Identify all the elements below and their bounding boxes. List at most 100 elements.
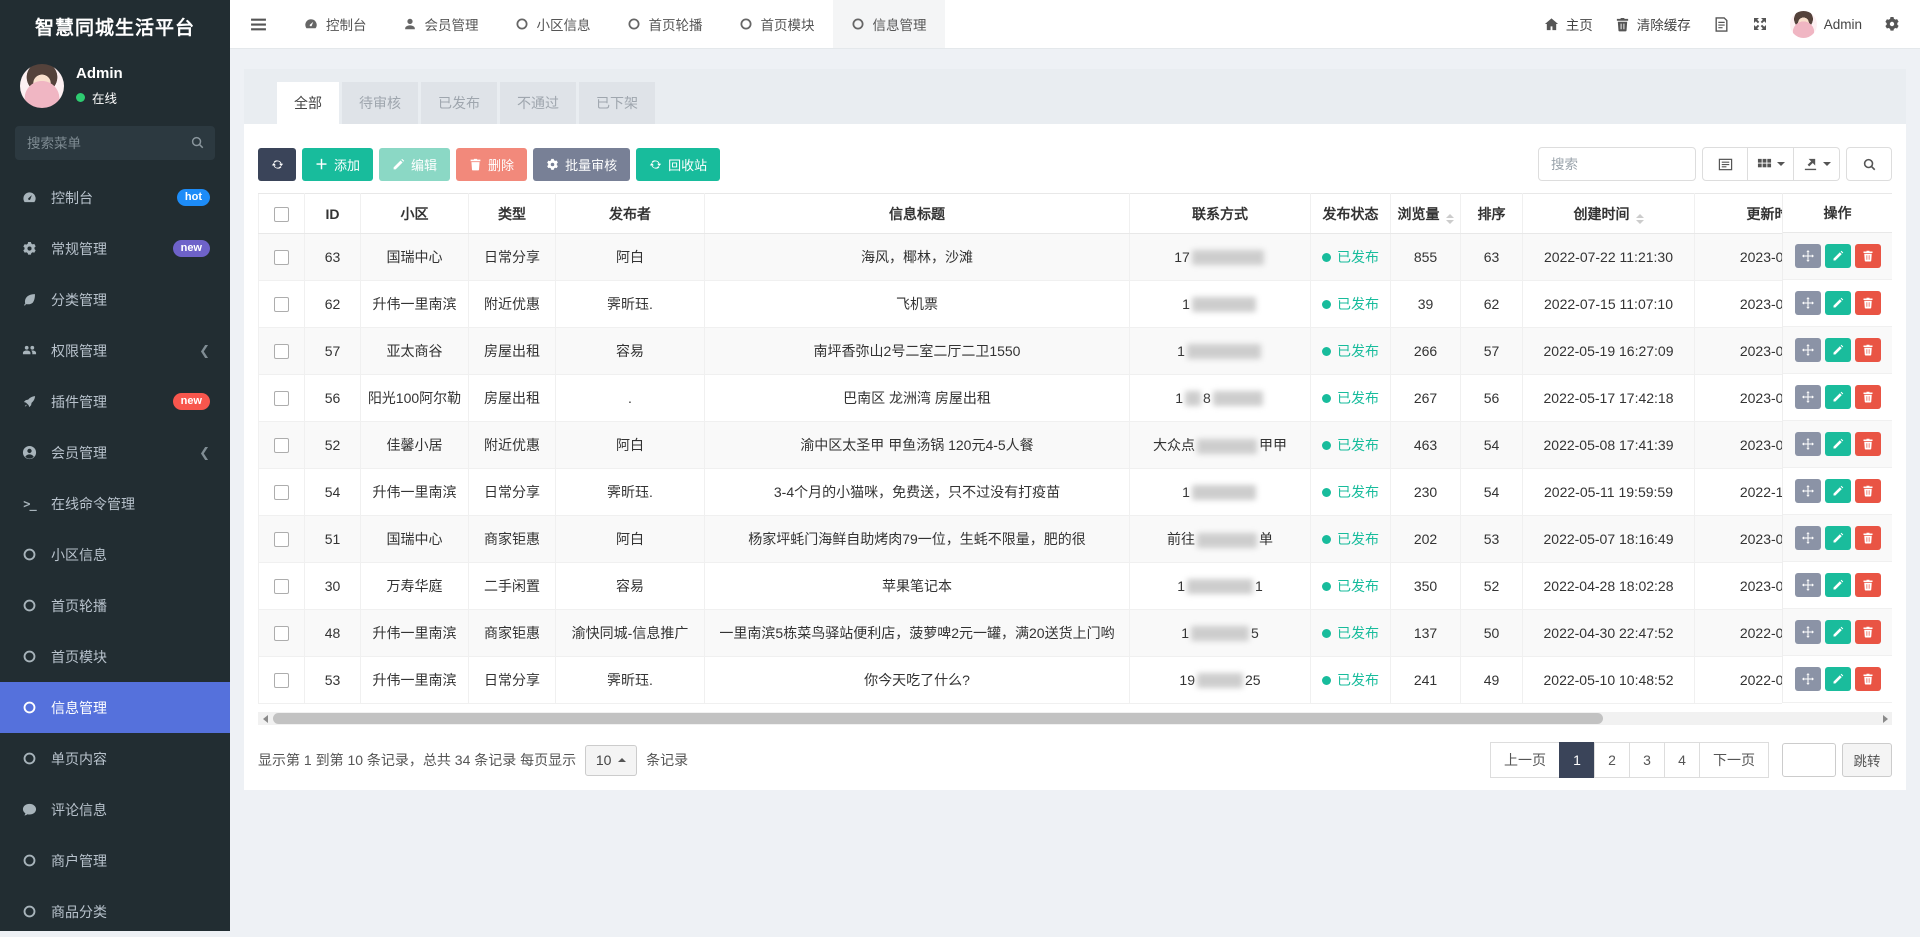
sidebar-item-5[interactable]: 会员管理❮ [0,427,230,478]
page-button-2[interactable]: 2 [1594,742,1630,778]
column-header[interactable]: 发布状态 [1311,194,1391,234]
page-size-select[interactable]: 10 [585,745,637,776]
sidebar-item-4[interactable]: 插件管理new [0,376,230,427]
page-button-1[interactable]: 1 [1559,742,1595,778]
scroll-left-arrow-icon[interactable] [258,712,272,725]
page-button-上一页[interactable]: 上一页 [1490,742,1560,778]
row-edit-button[interactable] [1825,620,1851,644]
sidebar-item-13[interactable]: 商户管理 [0,835,230,886]
row-edit-button[interactable] [1825,291,1851,315]
row-delete-button[interactable] [1855,291,1881,315]
delete-button[interactable]: 删除 [456,148,527,181]
jump-page-input[interactable] [1782,743,1836,777]
row-edit-button[interactable] [1825,338,1851,362]
row-delete-button[interactable] [1855,667,1881,691]
drag-move-button[interactable] [1795,432,1821,456]
horizontal-scrollbar[interactable] [258,712,1892,725]
column-header[interactable]: 浏览量 [1391,194,1461,234]
row-checkbox[interactable] [274,391,289,406]
settings-gear-icon[interactable] [1884,16,1900,32]
drag-move-button[interactable] [1795,385,1821,409]
export-button[interactable] [1794,147,1840,181]
row-edit-button[interactable] [1825,385,1851,409]
drag-move-button[interactable] [1795,620,1821,644]
drag-move-button[interactable] [1795,291,1821,315]
row-delete-button[interactable] [1855,573,1881,597]
column-header[interactable]: 创建时间 [1523,194,1695,234]
detail-view-button[interactable] [1702,147,1748,181]
row-edit-button[interactable] [1825,432,1851,456]
language-icon[interactable] [1713,16,1730,33]
table-search-input[interactable] [1538,147,1696,181]
scrollbar-thumb[interactable] [273,713,1603,724]
topnav-tab-2[interactable]: 小区信息 [497,0,609,48]
sidebar-item-8[interactable]: 首页轮播 [0,580,230,631]
topnav-tab-1[interactable]: 会员管理 [385,0,497,48]
row-delete-button[interactable] [1855,620,1881,644]
row-checkbox[interactable] [274,626,289,641]
status-tab-3[interactable]: 不通过 [500,82,576,124]
row-delete-button[interactable] [1855,479,1881,503]
topnav-tab-4[interactable]: 首页模块 [721,0,833,48]
row-checkbox[interactable] [274,344,289,359]
row-edit-button[interactable] [1825,244,1851,268]
row-delete-button[interactable] [1855,244,1881,268]
home-link[interactable]: 主页 [1544,14,1593,34]
row-edit-button[interactable] [1825,667,1851,691]
sidebar-item-7[interactable]: 小区信息 [0,529,230,580]
status-tab-2[interactable]: 已发布 [421,82,497,124]
column-header[interactable]: 联系方式 [1130,194,1311,234]
drag-move-button[interactable] [1795,338,1821,362]
column-header[interactable]: ID [305,194,361,234]
row-delete-button[interactable] [1855,432,1881,456]
sidebar-item-14[interactable]: 商品分类 [0,886,230,937]
row-checkbox[interactable] [274,579,289,594]
drag-move-button[interactable] [1795,573,1821,597]
column-header[interactable]: 发布者 [556,194,705,234]
row-delete-button[interactable] [1855,385,1881,409]
row-checkbox[interactable] [274,297,289,312]
hamburger-icon[interactable] [230,0,286,48]
edit-button[interactable]: 编辑 [379,148,450,181]
drag-move-button[interactable] [1795,526,1821,550]
sidebar-item-9[interactable]: 首页模块 [0,631,230,682]
columns-button[interactable] [1748,147,1794,181]
sort-icon[interactable] [1636,214,1644,224]
sidebar-item-10[interactable]: 信息管理 [0,682,230,733]
topnav-tab-3[interactable]: 首页轮播 [609,0,721,48]
sidebar-item-1[interactable]: 常规管理new [0,223,230,274]
page-button-4[interactable]: 4 [1664,742,1700,778]
select-all-checkbox[interactable] [274,207,289,222]
menu-search-input[interactable] [15,126,215,160]
page-button-下一页[interactable]: 下一页 [1699,742,1769,778]
sidebar-item-3[interactable]: 权限管理❮ [0,325,230,376]
topnav-tab-5[interactable]: 信息管理 [833,0,945,48]
refresh-button[interactable] [258,148,296,181]
status-tab-1[interactable]: 待审核 [342,82,418,124]
sort-icon[interactable] [1446,214,1454,224]
row-edit-button[interactable] [1825,526,1851,550]
topnav-tab-0[interactable]: 控制台 [286,0,385,48]
row-edit-button[interactable] [1825,573,1851,597]
scroll-right-arrow-icon[interactable] [1878,712,1892,725]
status-tab-4[interactable]: 已下架 [579,82,655,124]
sidebar-item-2[interactable]: 分类管理 [0,274,230,325]
sidebar-item-11[interactable]: 单页内容 [0,733,230,784]
row-delete-button[interactable] [1855,338,1881,362]
column-header[interactable]: 信息标题 [705,194,1130,234]
clear-cache-link[interactable]: 清除缓存 [1615,14,1691,34]
search-button[interactable] [1846,147,1892,181]
jump-button[interactable]: 跳转 [1842,743,1892,777]
add-button[interactable]: ＋添加 [302,148,373,181]
sidebar-item-0[interactable]: 控制台hot [0,172,230,223]
account-menu[interactable]: Admin [1790,11,1862,38]
status-tab-0[interactable]: 全部 [277,82,339,124]
row-checkbox[interactable] [274,532,289,547]
column-header[interactable]: 排序 [1461,194,1523,234]
row-checkbox[interactable] [274,673,289,688]
column-header[interactable]: 小区 [361,194,469,234]
drag-move-button[interactable] [1795,244,1821,268]
row-checkbox[interactable] [274,485,289,500]
sidebar-item-6[interactable]: >_在线命令管理 [0,478,230,529]
batch-audit-button[interactable]: 批量审核 [533,148,630,181]
